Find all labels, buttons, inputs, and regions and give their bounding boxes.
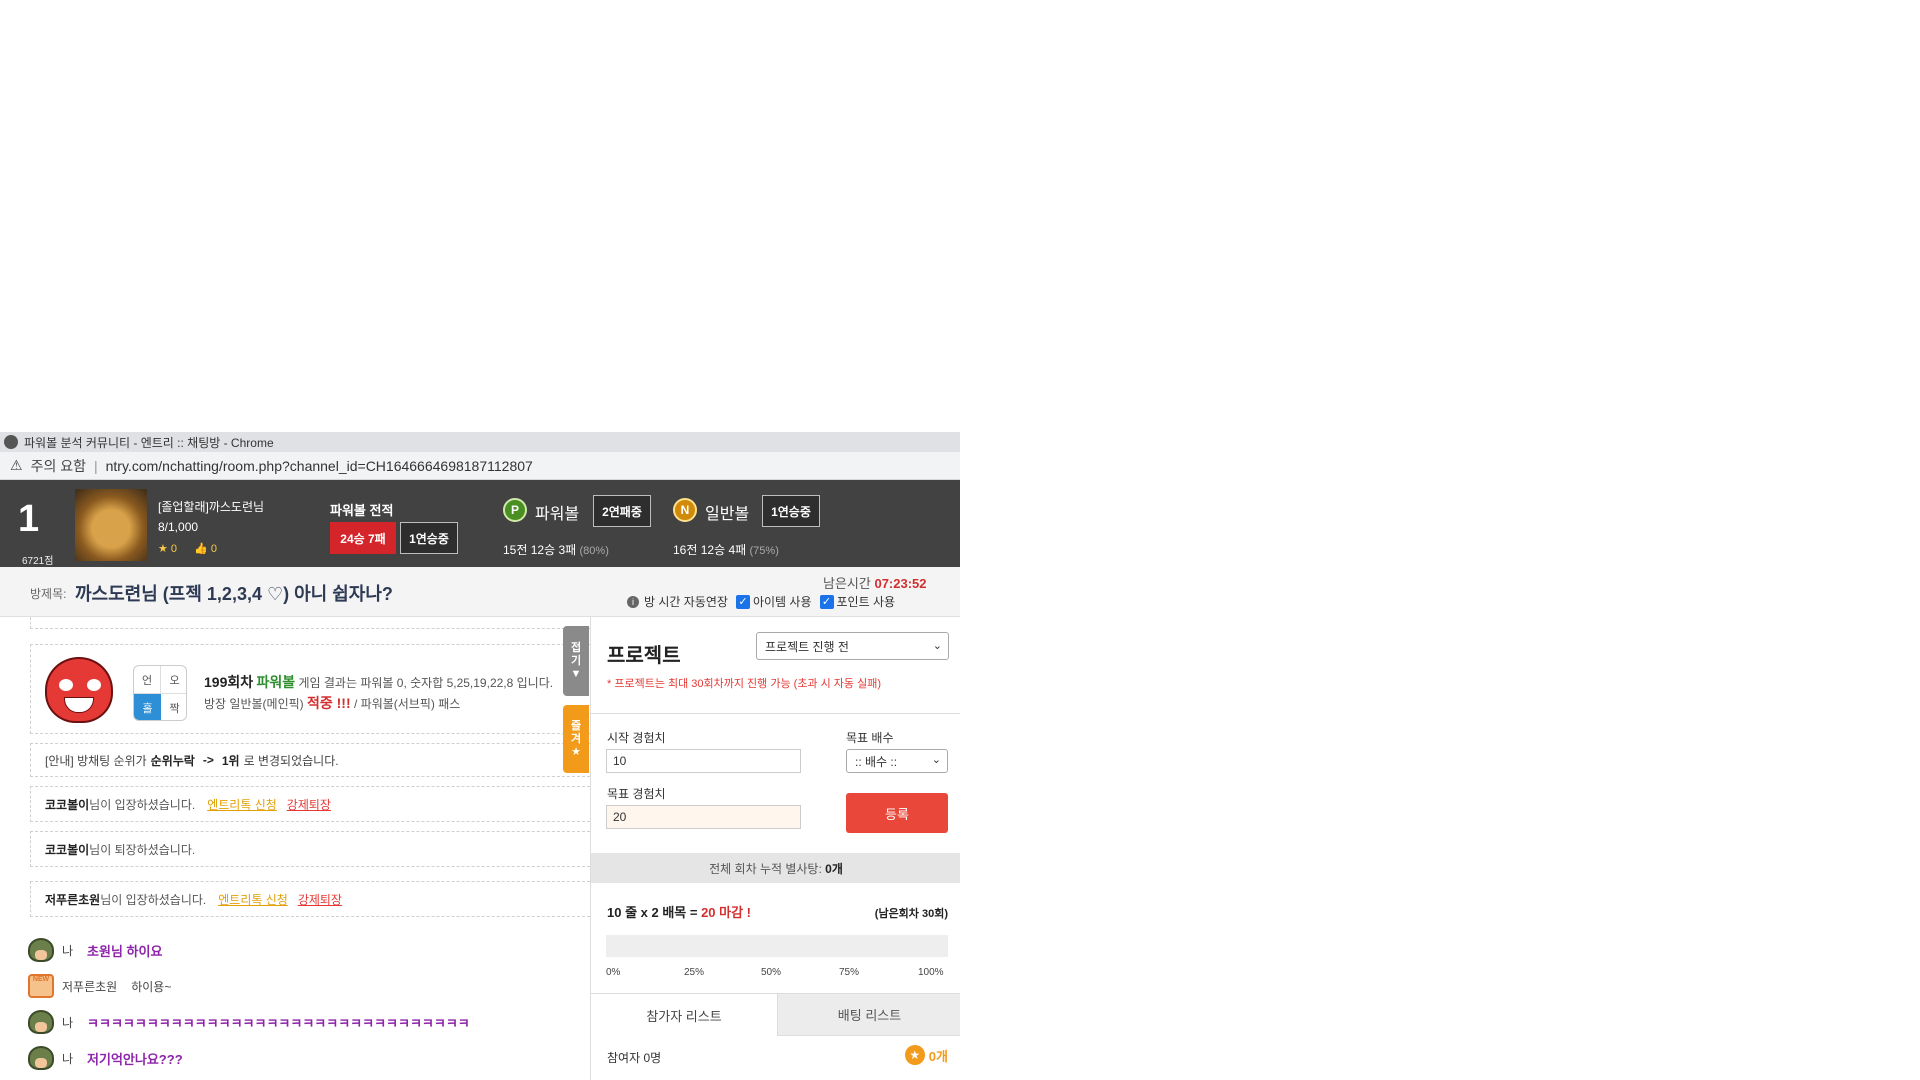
chat-line: NEW 저푸른초원 하이용~ (28, 971, 171, 1001)
cumulative-candy: 전체 회차 누적 별사탕: 0개 (591, 853, 960, 883)
fold-tab[interactable]: 접 기 ▼ (563, 626, 589, 696)
soldier-avatar-icon (28, 938, 54, 962)
multiplier-label: 목표 배수 (846, 731, 894, 745)
warning-icon[interactable]: ⚠ (10, 457, 23, 474)
register-button[interactable]: 등록 (846, 793, 948, 833)
game-result-message: 언 오 홀 짝 199회차 파워볼 게임 결과는 파워볼 0, 숫자합 5,25… (30, 644, 590, 734)
entrytalk-link[interactable]: 엔트리톡 신청 (218, 891, 288, 908)
start-exp-input[interactable]: 10 (606, 749, 801, 773)
devil-icon (45, 657, 113, 723)
room-header: 1 6721점 [졸업할래]까스도련님 8/1,000 ★ 0 👍 0 파워볼 … (0, 480, 960, 567)
entrytalk-link[interactable]: 엔트리톡 신청 (207, 796, 277, 813)
item-use-checkbox[interactable]: ✓ (735, 594, 750, 609)
chevron-down-icon: ⌄ (932, 640, 942, 652)
room-options: i방 시간 자동연장 ✓ 아이템 사용 ✓ 포인트 사용 (627, 593, 903, 610)
info-icon: i (627, 595, 639, 608)
host-name[interactable]: [졸업할래]까스도련님 (158, 498, 264, 515)
entry-message: 저푸른초원 님이 입장하셨습니다. 엔트리톡 신청 강제퇴장 (30, 881, 590, 917)
tab-participants[interactable]: 참가자 리스트 (591, 994, 777, 1036)
normalball-record: 16전 12승 4패 (75%) (673, 543, 779, 557)
normalball-icon: N (673, 498, 697, 522)
star-icon: ★ (904, 1045, 925, 1065)
remaining-time: 남은시간 07:23:52 (823, 576, 927, 591)
url-text[interactable]: ntry.com/nchatting/room.php?channel_id=C… (106, 458, 533, 474)
chat-line: 나 저기억안나요??? (28, 1043, 183, 1073)
powerball-icon: P (503, 498, 527, 522)
powerball-record: 15전 12승 3패 (80%) (503, 543, 609, 557)
room-title: 까스도련님 (프젝 1,2,3,4 ♡) 아니 쉽자나? (75, 584, 393, 604)
project-title: 프로젝트 (607, 645, 681, 667)
host-avatar[interactable] (75, 489, 147, 561)
start-exp-label: 시작 경험치 (607, 731, 666, 745)
like-count: 👍 0 (194, 543, 217, 555)
entry-message: 코코볼이 님이 입장하셨습니다. 엔트리톡 신청 강제퇴장 (30, 786, 590, 822)
normalball-streak: 1연승중 (762, 495, 820, 527)
room-title-label: 방제목: (30, 587, 67, 601)
chat-line: 나 초원님 하이요 (28, 935, 162, 965)
exit-message: 코코볼이 님이 퇴장하셨습니다. (30, 831, 590, 867)
kick-link[interactable]: 강제퇴장 (287, 796, 331, 813)
game-result-text: 199회차 파워볼 게임 결과는 파워볼 0, 숫자합 5,25,19,22,8… (204, 674, 554, 690)
tab-betting[interactable]: 배팅 리스트 (777, 994, 960, 1036)
new-avatar-icon: NEW (28, 974, 54, 998)
normalball-label: 일반볼 (705, 506, 750, 523)
app-icon (4, 435, 18, 449)
project-status-select[interactable]: 프로젝트 진행 전 ⌄ (756, 632, 949, 660)
item-use-option[interactable]: ✓ 아이템 사용 (735, 593, 812, 610)
chat-line: 나 ㅋㅋㅋㅋㅋㅋㅋㅋㅋㅋㅋㅋㅋㅋㅋㅋㅋㅋㅋㅋㅋㅋㅋㅋㅋㅋㅋㅋㅋㅋㅋㅋ (28, 1007, 470, 1037)
address-bar[interactable]: ⚠ 주의 요함 | ntry.com/nchatting/room.php?ch… (0, 452, 960, 480)
browser-window: 파워볼 분석 커뮤니티 - 엔트리 :: 채팅방 - Chrome ⚠ 주의 요… (0, 432, 960, 1080)
point-count: ★ 0개 (904, 1045, 948, 1065)
window-title: 파워볼 분석 커뮤니티 - 엔트리 :: 채팅방 - Chrome (24, 435, 274, 450)
record-winloss: 24승 7패 (330, 522, 396, 554)
record-streak: 1연승중 (400, 522, 458, 554)
soldier-avatar-icon (28, 1010, 54, 1034)
room-title-bar: 방제목: 까스도련님 (프젝 1,2,3,4 ♡) 아니 쉽자나? 남은시간 0… (0, 567, 960, 617)
project-panel: 프로젝트 프로젝트 진행 전 ⌄ * 프로젝트는 최대 30회차까지 진행 가능 … (590, 617, 960, 1080)
participant-count: 참여자 0명 (607, 1051, 662, 1065)
host-level: 8/1,000 (158, 520, 199, 534)
powerball-label: 파워볼 (535, 506, 580, 523)
window-titlebar: 파워볼 분석 커뮤니티 - 엔트리 :: 채팅방 - Chrome (0, 432, 960, 452)
game-pick-text: 방장 일반볼(메인픽) 적중 !!! / 파워볼(서브픽) 패스 (204, 695, 461, 711)
auto-extend-option[interactable]: i방 시간 자동연장 (627, 593, 728, 610)
project-progress-bar (606, 935, 948, 957)
security-warning[interactable]: 주의 요함 (31, 456, 86, 476)
chat-area[interactable]: 언 오 홀 짝 199회차 파워볼 게임 결과는 파워볼 0, 숫자합 5,25… (0, 617, 590, 1080)
project-calc: 10 줄 x 2 배목 = 20 마감 ! (607, 905, 752, 920)
chevron-down-icon: ⌄ (931, 754, 941, 766)
pick-grid: 언 오 홀 짝 (133, 665, 187, 721)
remaining-rounds: (남은회차 30회) (874, 908, 948, 920)
record-title: 파워볼 전적 (330, 503, 394, 518)
powerball-streak: 2연패중 (593, 495, 651, 527)
point-use-checkbox[interactable]: ✓ (819, 594, 834, 609)
soldier-avatar-icon (28, 1046, 54, 1070)
star-count: ★ 0 (158, 543, 178, 555)
point-use-option[interactable]: ✓ 포인트 사용 (819, 593, 895, 610)
rank-points: 6721점 (22, 556, 54, 567)
favorite-tab[interactable]: 즐 겨 ★ (563, 705, 589, 773)
host-stats: ★ 0 👍 0 (158, 542, 231, 555)
list-tabs: 참가자 리스트 배팅 리스트 (591, 993, 960, 1036)
target-exp-label: 목표 경험치 (607, 787, 666, 801)
rank-number: 1 (18, 498, 40, 540)
chat-message-prev (30, 617, 590, 629)
kick-link[interactable]: 강제퇴장 (298, 891, 342, 908)
notice-message: [안내] 방채팅 순위가 순위누락 -> 1위 로 변경되었습니다. (30, 743, 590, 777)
multiplier-select[interactable]: :: 배수 :: ⌄ (846, 749, 948, 773)
target-exp-input[interactable]: 20 (606, 805, 801, 829)
project-note: * 프로젝트는 최대 30회차까지 진행 가능 (초과 시 자동 실패) (607, 678, 881, 690)
